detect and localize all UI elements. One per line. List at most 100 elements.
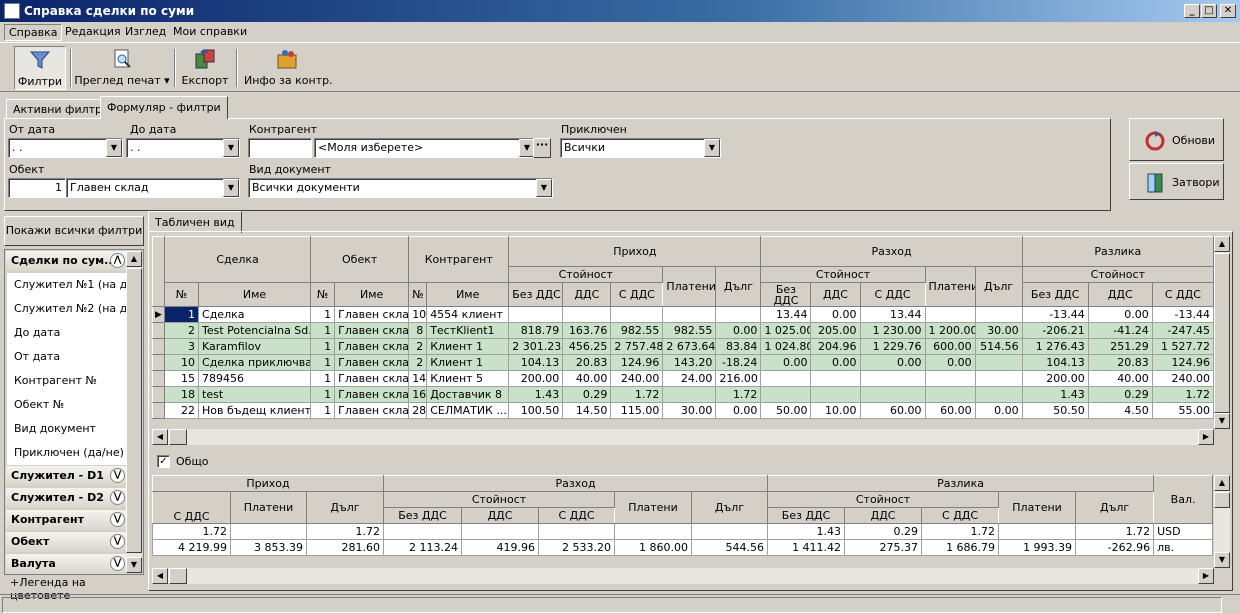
group-deals-by-sum[interactable]: Сделки по сум... ⋀ [6, 251, 128, 271]
cell-i2[interactable]: 0.29 [562, 386, 612, 403]
cell-d3[interactable]: 240.00 [1151, 370, 1215, 387]
cell-e1[interactable]: 1 024.80 [760, 338, 812, 355]
cell-d3[interactable]: 124.96 [1151, 354, 1215, 371]
cell-i3[interactable]: 2 757.48 [610, 338, 664, 355]
total-cell-ep[interactable]: 1 860.00 [614, 539, 692, 556]
grid-vscroll[interactable]: ▲ ▼ [1214, 236, 1230, 429]
total-cell-d3[interactable]: 1.72 [921, 523, 1000, 540]
cell-d3[interactable]: -247.45 [1151, 322, 1215, 339]
chevron-down-icon[interactable]: ▼ [223, 179, 239, 197]
menu-my-reports[interactable]: Мои справки [169, 24, 251, 39]
cell-n[interactable]: 22 [163, 402, 200, 419]
cell-d2[interactable]: 0.29 [1087, 386, 1153, 403]
cell-id[interactable]: -18.24 [715, 354, 762, 371]
chevron-down-icon[interactable]: ⋁ [110, 490, 125, 505]
total-cell-cur[interactable]: лв. [1153, 539, 1214, 556]
scroll-left-icon[interactable]: ◀ [152, 568, 168, 584]
cell-d3[interactable]: -13.44 [1151, 306, 1215, 323]
scroll-up-icon[interactable]: ▲ [1214, 475, 1230, 491]
cell-ip[interactable] [662, 386, 717, 403]
cell-e3[interactable]: 1 230.00 [859, 322, 926, 339]
cell-contr[interactable]: 4554 клиент [426, 306, 510, 323]
table-row[interactable]: 10Сделка приключване1Главен склад2Клиент… [152, 354, 1215, 371]
cell-e3[interactable]: 13.44 [859, 306, 926, 323]
total-cell-dp[interactable] [998, 523, 1077, 540]
row-indicator[interactable] [152, 386, 165, 403]
object-code-input[interactable]: 1 [8, 178, 66, 198]
contractor-info-button[interactable]: Инфо за контр. [244, 46, 333, 90]
cell-e1[interactable]: 13.44 [760, 306, 812, 323]
cell-ed[interactable] [974, 386, 1023, 403]
cell-name[interactable]: Сделка [198, 306, 312, 323]
filters-button[interactable]: Филтри [14, 46, 66, 90]
cell-e1[interactable] [760, 370, 812, 387]
cell-ed[interactable] [974, 370, 1023, 387]
grid-hscroll[interactable]: ◀ ▶ [152, 429, 1214, 445]
cell-id[interactable]: 83.84 [715, 338, 762, 355]
cell-contr[interactable]: Клиент 1 [426, 354, 510, 371]
totals-row[interactable]: 1.72 1.72 1.43 0.29 1.72 1.72 USD [152, 523, 1214, 540]
total-cell-ip[interactable]: 3 853.39 [230, 539, 307, 556]
scroll-thumb[interactable] [169, 429, 187, 445]
cell-d2[interactable]: 20.83 [1087, 354, 1153, 371]
cell-i3[interactable]: 124.96 [610, 354, 664, 371]
cell-i1[interactable]: 104.13 [508, 354, 564, 371]
cell-i3[interactable] [610, 306, 664, 323]
refresh-button[interactable]: Обнови [1129, 118, 1224, 161]
cell-e3[interactable]: 60.00 [859, 402, 926, 419]
total-cell-dd[interactable]: 1.72 [1075, 523, 1155, 540]
scroll-down-icon[interactable]: ▼ [126, 557, 142, 573]
total-checkbox[interactable]: ✓ [157, 455, 170, 468]
cell-cn[interactable]: 8 [408, 322, 428, 339]
cell-d2[interactable]: 251.29 [1087, 338, 1153, 355]
cell-ip[interactable]: 982.55 [662, 322, 717, 339]
cell-obj[interactable]: Главен склад [334, 370, 410, 387]
total-cell-id[interactable]: 281.60 [306, 539, 384, 556]
total-cell-e1[interactable] [383, 523, 462, 540]
cell-e3[interactable] [859, 370, 926, 387]
total-cell-dp[interactable]: 1 993.39 [998, 539, 1077, 556]
close-window-button[interactable]: ✕ [1220, 4, 1236, 18]
total-cell-e1[interactable]: 2 113.24 [383, 539, 462, 556]
filter-item[interactable]: Обект № [7, 393, 127, 417]
cell-ep[interactable]: 0.00 [924, 354, 976, 371]
total-cell-i3[interactable]: 4 219.99 [152, 539, 231, 556]
cell-d1[interactable]: 104.13 [1021, 354, 1089, 371]
total-cell-ed[interactable] [690, 523, 769, 540]
table-row[interactable]: ▶1Сделка1Главен склад104554 клиент13.440… [152, 306, 1215, 323]
cell-d2[interactable]: -41.24 [1087, 322, 1153, 339]
filter-item[interactable]: Приключен (да/не) [7, 441, 127, 465]
cell-e2[interactable]: 205.00 [810, 322, 861, 339]
totals-row[interactable]: 4 219.99 3 853.39 281.60 2 113.24 419.96 2 53… [152, 539, 1214, 556]
cell-ip[interactable]: 143.20 [662, 354, 717, 371]
scroll-right-icon[interactable]: ▶ [1198, 429, 1214, 445]
total-cell-d1[interactable]: 1.43 [767, 523, 846, 540]
scroll-thumb[interactable] [169, 568, 187, 584]
cell-name[interactable]: 789456 [198, 370, 312, 387]
cell-i2[interactable]: 14.50 [562, 402, 612, 419]
filter-item[interactable]: Служител №1 (на док. [7, 273, 127, 297]
cell-ep[interactable]: 1 200.00 [924, 322, 976, 339]
scroll-right-icon[interactable]: ▶ [1198, 568, 1214, 584]
show-all-filters-button[interactable]: Покажи всички филтри [4, 216, 144, 246]
cell-on[interactable]: 1 [310, 370, 336, 387]
cell-cn[interactable]: 10 [408, 306, 428, 323]
cell-i1[interactable]: 818.79 [508, 322, 564, 339]
row-indicator[interactable] [152, 322, 165, 339]
cell-ip[interactable]: 2 673.64 [662, 338, 717, 355]
total-cell-ip[interactable] [230, 523, 307, 540]
cell-contr[interactable]: Клиент 5 [426, 370, 510, 387]
row-indicator[interactable] [152, 402, 165, 419]
group-currency[interactable]: Валута ⋁ [6, 554, 128, 574]
cell-ep[interactable]: 600.00 [924, 338, 976, 355]
cell-obj[interactable]: Главен склад [334, 306, 410, 323]
cell-i2[interactable] [562, 306, 612, 323]
cell-d3[interactable]: 1.72 [1151, 386, 1215, 403]
cell-d2[interactable]: 4.50 [1087, 402, 1153, 419]
menu-edit[interactable]: Редакция [61, 24, 125, 39]
row-indicator[interactable] [152, 338, 165, 355]
to-date-picker[interactable]: . . ▼ [126, 138, 240, 158]
cell-ed[interactable]: 514.56 [974, 338, 1023, 355]
table-row[interactable]: 3Karamfilov1Главен склад2Клиент 12 301.2… [152, 338, 1215, 355]
left-panel-scrollbar[interactable]: ▲ ▼ [126, 251, 142, 573]
